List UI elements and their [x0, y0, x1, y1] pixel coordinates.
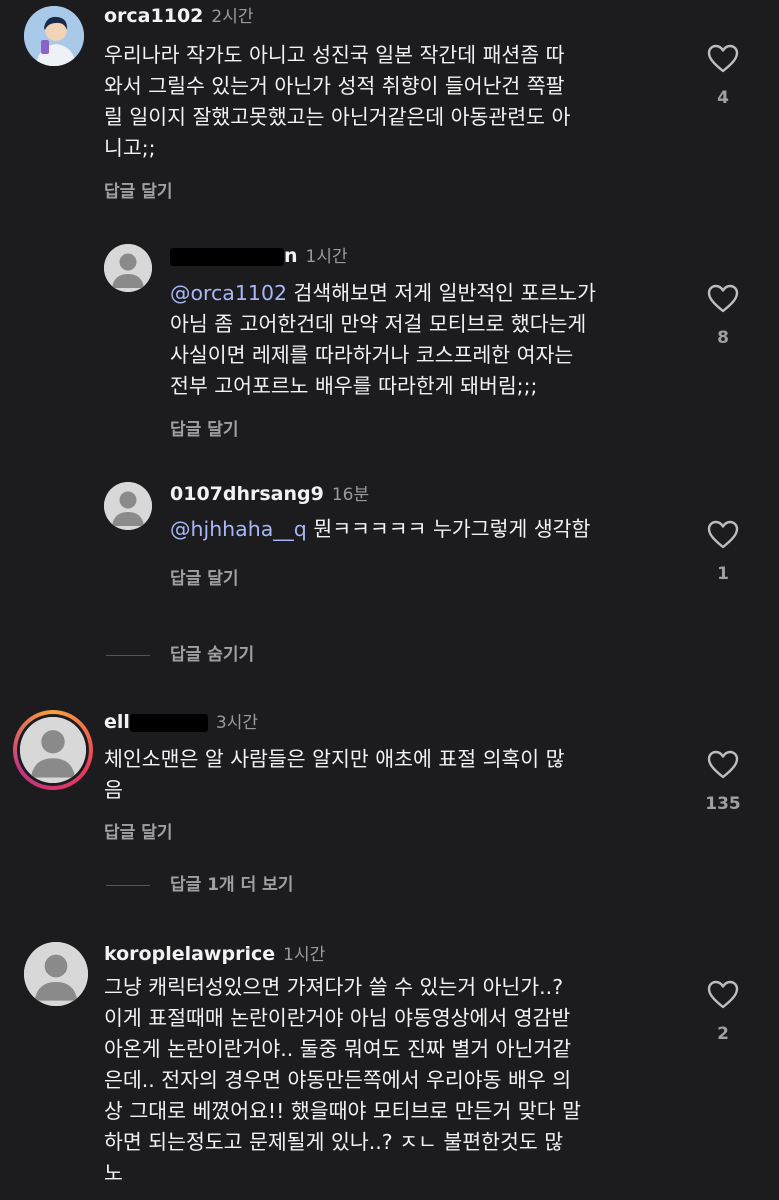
like-button[interactable]: 135 [693, 750, 753, 814]
default-avatar-icon [20, 717, 86, 783]
avatar[interactable] [24, 942, 88, 1006]
username[interactable]: orca1102 [104, 5, 203, 27]
comment-header: orca1102 2시간 [104, 4, 254, 29]
comment-orca1102: orca1102 2시간 우리나라 작가도 아니고 성진국 일본 작간데 패션좀 … [0, 0, 779, 210]
comment-text: @orca1102 검색해보면 저게 일반적인 포르노가 아님 좀 고어한건데 … [170, 281, 596, 398]
timestamp: 16분 [331, 485, 370, 505]
default-avatar-icon [24, 942, 88, 1006]
like-button[interactable]: 2 [693, 980, 753, 1044]
avatar[interactable] [104, 244, 152, 292]
comment-koroplelawprice: koroplelawprice 1시간 그냥 캐릭터성있으면 가져다가 쓸 수 있… [0, 938, 779, 1200]
heart-outline-icon [707, 520, 739, 549]
comment-header: n 1시간 [170, 244, 348, 269]
mention-link[interactable]: @orca1102 [170, 281, 287, 305]
heart-outline-icon [707, 44, 739, 73]
avatar[interactable] [24, 6, 84, 66]
like-count: 135 [705, 794, 741, 814]
like-count: 1 [717, 564, 729, 584]
comment-header: ell 3시간 [104, 710, 258, 735]
reply-button[interactable]: 답글 달기 [104, 818, 172, 843]
timestamp: 1시간 [305, 247, 348, 267]
reply-comment: n 1시간 @orca1102 검색해보면 저게 일반적인 포르노가 아님 좀 고… [0, 240, 779, 440]
heart-outline-icon [707, 750, 739, 779]
like-button[interactable]: 1 [693, 520, 753, 584]
avatar[interactable] [104, 482, 152, 530]
comment-text: 우리나라 작가도 아니고 성진국 일본 작간데 패션좀 따 와서 그릴수 있는거… [104, 43, 571, 160]
comment-header: koroplelawprice 1시간 [104, 942, 325, 967]
heart-outline-icon [707, 980, 739, 1009]
timestamp: 1시간 [283, 945, 326, 965]
redacted-username [170, 247, 284, 266]
reply-button[interactable]: 답글 달기 [170, 564, 238, 589]
reply-button[interactable]: 답글 달기 [104, 177, 172, 202]
profile-photo-icon [24, 6, 84, 66]
avatar-story-ring[interactable] [13, 710, 93, 790]
mention-link[interactable]: @hjhhaha__q [170, 517, 307, 541]
username[interactable]: koroplelawprice [104, 943, 275, 965]
reply-button[interactable]: 답글 달기 [170, 415, 238, 440]
like-count: 4 [717, 88, 729, 108]
default-avatar-icon [104, 482, 152, 530]
timestamp: 2시간 [211, 7, 254, 27]
reply-comment-0107dhrsang9: 0107dhrsang9 16분 @hjhhaha__q 뭔ㅋㅋㅋㅋㅋ 누가그렇게… [0, 478, 779, 598]
redacted-username [129, 713, 208, 732]
divider [106, 654, 150, 656]
like-button[interactable]: 8 [693, 284, 753, 348]
comment-redacted-user: ell 3시간 체인소맨은 알 사람들은 알지만 애초에 표절 의혹이 많 음 답… [0, 708, 779, 848]
like-count: 8 [717, 328, 729, 348]
username-prefix[interactable]: ell [104, 711, 130, 733]
default-avatar-icon [104, 244, 152, 292]
username[interactable]: 0107dhrsang9 [170, 483, 324, 505]
timestamp: 3시간 [215, 713, 259, 733]
view-more-replies-button[interactable]: 답글 1개 더 보기 [106, 870, 293, 895]
heart-outline-icon [707, 284, 739, 313]
comment-text: @hjhhaha__q 뭔ㅋㅋㅋㅋㅋ 누가그렇게 생각함 [170, 517, 591, 541]
comment-header: 0107dhrsang9 16분 [170, 482, 369, 507]
comment-text: 그냥 캐릭터성있으면 가져다가 쓸 수 있는거 아닌가..? 이게 표절때매 논… [104, 975, 581, 1185]
divider [106, 884, 150, 886]
like-button[interactable]: 4 [693, 44, 753, 108]
like-count: 2 [717, 1024, 729, 1044]
hide-replies-button[interactable]: 답글 숨기기 [106, 640, 254, 665]
comment-text: 체인소맨은 알 사람들은 알지만 애초에 표절 의혹이 많 음 [104, 747, 565, 802]
username-suffix[interactable]: n [284, 245, 298, 267]
